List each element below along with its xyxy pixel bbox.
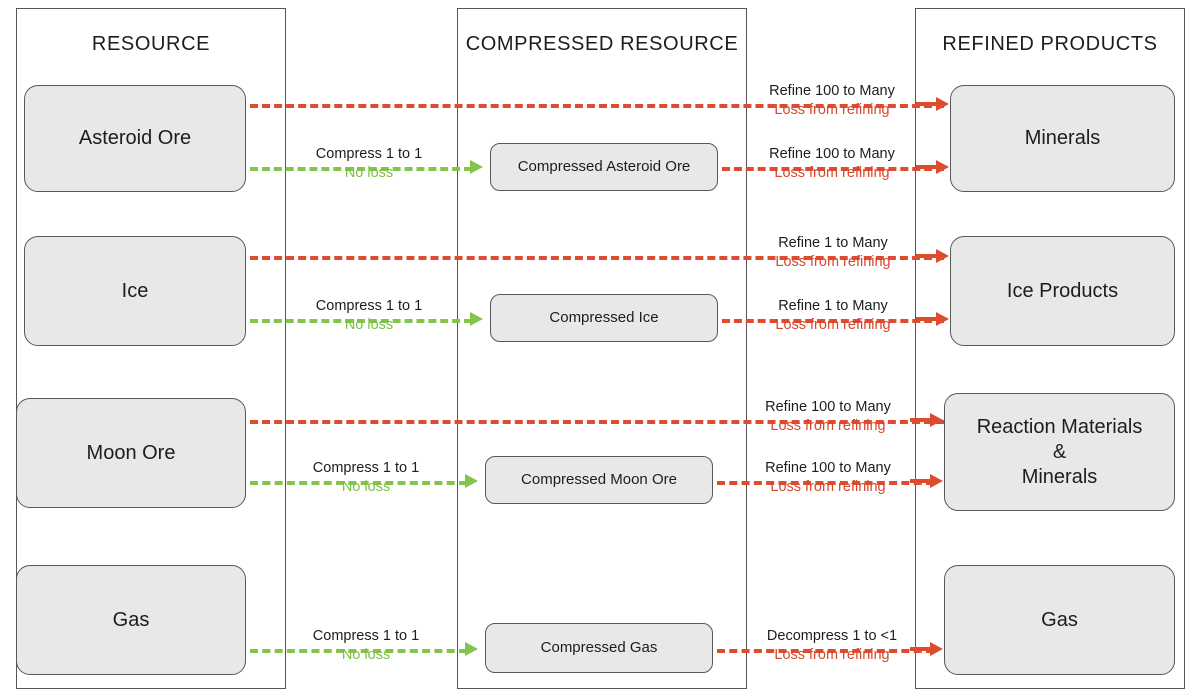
node-compressed-moon-ore[interactable]: Compressed Moon Ore	[485, 456, 713, 504]
edge-label-top: Compress 1 to 1	[315, 298, 423, 314]
edge-label-top: Compress 1 to 1	[312, 460, 420, 476]
node-label: Gas	[112, 608, 150, 631]
node-moon-ore[interactable]: Moon Ore	[16, 398, 246, 508]
edge-label-decompress-compressed-gas: Decompress 1 to <1 Loss from refining	[748, 629, 916, 662]
arrow-icon	[470, 312, 483, 326]
arrow-icon	[470, 160, 483, 174]
node-label: Gas	[1041, 608, 1078, 631]
arrow-icon	[930, 413, 943, 427]
column-title-resource: RESOURCE	[91, 33, 211, 55]
node-asteroid-ore[interactable]: Asteroid Ore	[24, 85, 246, 192]
edge-label-top: Decompress 1 to <1	[766, 628, 898, 644]
arrow-icon	[936, 249, 949, 263]
node-label: Compressed Gas	[540, 638, 658, 656]
node-label: Reaction Materials & Minerals	[976, 415, 1143, 488]
node-compressed-ice[interactable]: Compressed Ice	[490, 294, 718, 342]
edge-refine-compressed-asteroid-ore-line	[722, 167, 944, 171]
edge-refine-moon-ore-line	[250, 420, 944, 424]
edge-label-top: Refine 100 to Many	[769, 146, 895, 162]
edge-label-top: Compress 1 to 1	[312, 628, 420, 644]
edge-refine-ice-line	[250, 256, 944, 260]
node-label: Ice	[121, 279, 149, 302]
node-compressed-asteroid-ore[interactable]: Compressed Asteroid Ore	[490, 143, 718, 191]
node-label: Compressed Asteroid Ore	[517, 157, 691, 175]
column-title-refined-products: REFINED PRODUCTS	[942, 33, 1158, 55]
edge-label-refine-asteroid-ore: Refine 100 to Many Loss from refining	[752, 84, 912, 117]
edge-label-top: Compress 1 to 1	[315, 146, 423, 162]
node-label: Asteroid Ore	[78, 127, 192, 149]
edge-label-top: Refine 100 to Many	[765, 399, 891, 415]
edge-refine-compressed-ice-line	[722, 319, 944, 323]
node-label: Minerals	[1024, 127, 1101, 149]
edge-label-refine-compressed-moon-ore: Refine 100 to Many Loss from refining	[748, 461, 908, 494]
arrow-icon	[465, 642, 478, 656]
edge-label-refine-moon-ore: Refine 100 to Many Loss from refining	[748, 400, 908, 433]
arrow-icon	[936, 160, 949, 174]
edge-label-compress-moon-ore: Compress 1 to 1 No loss	[288, 461, 444, 494]
edge-label-top: Refine 100 to Many	[765, 460, 891, 476]
edge-compress-ice-line	[250, 319, 472, 323]
node-minerals[interactable]: Minerals	[950, 85, 1175, 192]
node-gas-refined[interactable]: Gas	[944, 565, 1175, 675]
node-label: Ice Products	[1006, 279, 1119, 302]
node-compressed-gas[interactable]: Compressed Gas	[485, 623, 713, 673]
arrow-icon	[936, 97, 949, 111]
node-label: Compressed Ice	[549, 308, 659, 326]
arrow-icon	[930, 642, 943, 656]
edge-refine-compressed-moon-ore-line	[717, 481, 934, 485]
arrow-icon	[930, 474, 943, 488]
node-label: Moon Ore	[86, 441, 176, 464]
edge-label-compress-ice: Compress 1 to 1 No loss	[291, 299, 447, 332]
node-label: Compressed Moon Ore	[521, 470, 677, 488]
node-ice-products[interactable]: Ice Products	[950, 236, 1175, 346]
edge-label-refine-compressed-asteroid-ore: Refine 100 to Many Loss from refining	[752, 147, 912, 180]
edge-decompress-compressed-gas-line	[717, 649, 934, 653]
column-compressed-resource: COMPRESSED RESOURCE	[457, 8, 747, 689]
edge-label-top: Refine 1 to Many	[778, 298, 888, 314]
node-gas[interactable]: Gas	[16, 565, 246, 675]
edge-label-top: Refine 100 to Many	[769, 83, 895, 99]
column-title-compressed-resource: COMPRESSED RESOURCE	[465, 33, 739, 55]
edge-refine-asteroid-ore-line	[250, 104, 944, 108]
node-reaction-materials-and-minerals[interactable]: Reaction Materials & Minerals	[944, 393, 1175, 511]
edge-compress-asteroid-ore-line	[250, 167, 472, 171]
arrow-icon	[465, 474, 478, 488]
edge-label-compress-gas: Compress 1 to 1 No loss	[288, 629, 444, 662]
edge-label-refine-ice: Refine 1 to Many Loss from refining	[757, 236, 909, 269]
edge-compress-gas-line	[250, 649, 467, 653]
edge-label-compress-asteroid-ore: Compress 1 to 1 No loss	[291, 147, 447, 180]
edge-compress-moon-ore-line	[250, 481, 467, 485]
edge-label-top: Refine 1 to Many	[778, 235, 888, 251]
arrow-icon	[936, 312, 949, 326]
node-ice[interactable]: Ice	[24, 236, 246, 346]
diagram-canvas: RESOURCE COMPRESSED RESOURCE REFINED PRO…	[0, 0, 1200, 697]
edge-label-refine-compressed-ice: Refine 1 to Many Loss from refining	[757, 299, 909, 332]
